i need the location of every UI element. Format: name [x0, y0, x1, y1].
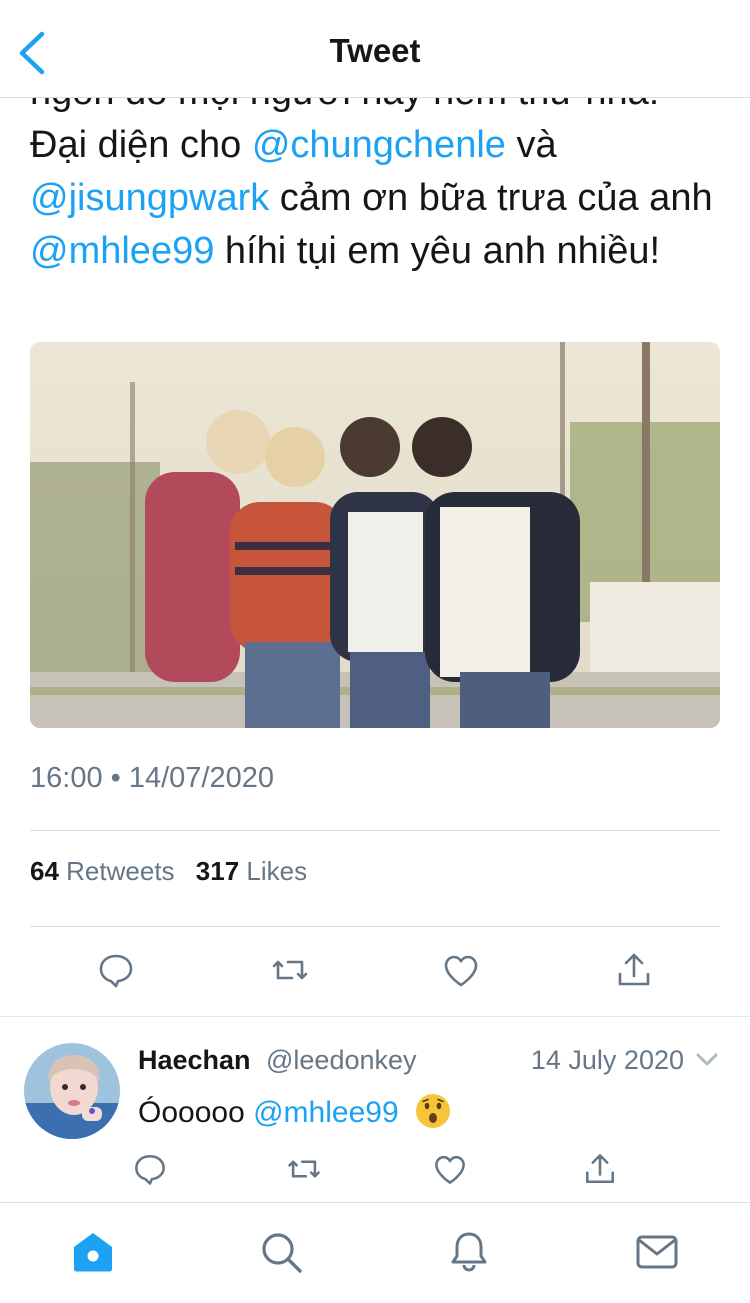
divider: [30, 926, 720, 927]
reply-menu-button[interactable]: [694, 1047, 720, 1073]
tweet-text-segment: híhi tụi em yêu anh nhiều!: [214, 230, 661, 272]
reply-tweet[interactable]: Haechan @leedonkey 14 July 2020 Óooooo @…: [0, 1016, 750, 1203]
tweet-photo[interactable]: [30, 342, 720, 728]
tab-search[interactable]: [258, 1229, 304, 1275]
reply-reply-button[interactable]: [130, 1149, 170, 1189]
comment-icon: [99, 954, 133, 988]
tab-messages[interactable]: [634, 1229, 680, 1275]
home-icon: [74, 1233, 112, 1272]
retweets-stat[interactable]: 64 Retweets: [30, 856, 175, 886]
mention-link-jisungpwark[interactable]: @jisungpwark: [30, 177, 269, 219]
retweets-count: 64: [30, 856, 59, 886]
retweet-icon: [288, 1160, 320, 1178]
tweet-stats: 64 Retweets 317 Likes: [30, 856, 321, 887]
avatar[interactable]: [24, 1043, 120, 1139]
astonished-face-icon: [415, 1093, 451, 1129]
mail-icon: [636, 1235, 678, 1269]
comment-icon: [135, 1155, 165, 1185]
reply-author-name[interactable]: Haechan: [138, 1045, 251, 1076]
bell-icon: [451, 1232, 487, 1272]
tweet-text-segment: Đại diện cho: [30, 124, 252, 166]
reply-retweet-button[interactable]: [284, 1149, 324, 1189]
likes-label: Likes: [246, 856, 308, 886]
reply-date: 14 July 2020: [530, 1045, 684, 1075]
top-nav-bar: Tweet: [0, 0, 750, 98]
retweet-icon: [272, 960, 308, 980]
tweet-text-segment: và: [505, 124, 557, 166]
tab-notifications[interactable]: [446, 1229, 492, 1275]
share-button[interactable]: [612, 948, 656, 992]
chevron-down-icon: [696, 1053, 718, 1066]
retweets-label: Retweets: [66, 856, 175, 886]
heart-icon: [444, 955, 478, 987]
likes-stat[interactable]: 317 Likes: [196, 856, 307, 886]
likes-count: 317: [195, 856, 240, 886]
tweet-text-segment: cảm ơn bữa trưa của anh: [269, 177, 713, 219]
tab-home[interactable]: [70, 1229, 116, 1275]
like-button[interactable]: [439, 948, 483, 992]
bottom-tab-bar: [0, 1202, 750, 1303]
retweet-button[interactable]: [268, 948, 312, 992]
mention-link-mhlee99[interactable]: @mhlee99: [30, 230, 214, 272]
reply-button[interactable]: [94, 948, 138, 992]
mention-link-chungchenle[interactable]: @chungchenle: [252, 124, 506, 166]
reply-share-button[interactable]: [580, 1149, 620, 1189]
reply-like-button[interactable]: [430, 1149, 470, 1189]
reply-text: Óooooo @mhlee99: [138, 1093, 451, 1130]
divider: [30, 830, 720, 831]
page-title: Tweet: [329, 32, 421, 69]
heart-icon: [435, 1155, 465, 1184]
tweet-timestamp: 16:00 • 14/07/2020: [30, 762, 274, 794]
search-icon: [262, 1233, 302, 1273]
reply-text-segment: Óooooo: [138, 1096, 254, 1129]
share-icon: [618, 953, 650, 986]
share-icon: [586, 1154, 614, 1183]
mention-link-mhlee99[interactable]: @mhlee99: [253, 1096, 399, 1129]
reply-author-handle[interactable]: @leedonkey: [266, 1045, 417, 1076]
